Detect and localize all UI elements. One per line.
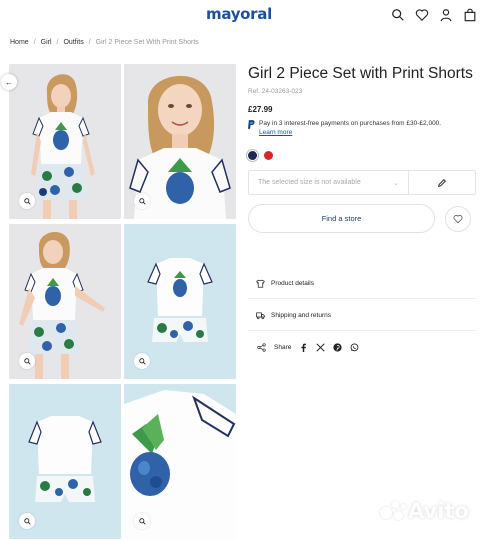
paypal-banner: Pay in 3 interest-free payments on purch… <box>248 120 476 137</box>
zoom-icon[interactable] <box>19 193 35 209</box>
color-swatch-red[interactable] <box>264 151 273 160</box>
x-icon[interactable] <box>316 343 325 352</box>
share-icon <box>257 343 266 352</box>
zoom-icon[interactable] <box>134 353 150 369</box>
add-to-wishlist-button[interactable] <box>445 205 471 232</box>
share-label: Share <box>274 344 292 351</box>
watermark-text: Avito <box>408 499 469 523</box>
tshirt-icon <box>256 279 265 288</box>
breadcrumb-current: Girl 2 Piece Set With Print Shorts <box>95 39 199 46</box>
paypal-icon <box>248 120 255 129</box>
size-select-placeholder: The selected size is not available <box>258 179 361 186</box>
gallery-image-outfit-back[interactable] <box>9 384 121 539</box>
whatsapp-icon[interactable] <box>350 343 359 352</box>
size-select[interactable]: The selected size is not available ⌄ <box>249 171 409 194</box>
product-ref: Ref. 24-03263-023 <box>248 88 303 95</box>
product-title: Girl 2 Piece Set with Print Shorts <box>248 65 473 82</box>
search-icon[interactable] <box>390 7 406 23</box>
breadcrumb-home[interactable]: Home <box>10 39 29 46</box>
accordion-label: Shipping and returns <box>271 311 331 319</box>
actions-row: Find a store <box>248 204 476 233</box>
chevron-down-icon: ⌄ <box>393 179 399 187</box>
breadcrumb-girl[interactable]: Girl <box>41 39 52 46</box>
heart-icon <box>453 214 463 223</box>
avito-watermark: Avito <box>380 499 469 523</box>
zoom-icon[interactable] <box>19 353 35 369</box>
find-store-button[interactable]: Find a store <box>248 204 435 233</box>
pencil-icon <box>438 178 446 187</box>
brand-logo[interactable]: mayoral <box>206 5 272 23</box>
breadcrumb-separator: / <box>33 39 36 46</box>
arrow-left-icon[interactable]: ← <box>1 74 17 90</box>
avito-logo-icon <box>380 500 406 522</box>
breadcrumb-separator: / <box>56 39 59 46</box>
accordion-label: Product details <box>271 279 314 287</box>
breadcrumb-outfits[interactable]: Outfits <box>63 39 83 46</box>
gallery-image-shirt-detail[interactable] <box>124 384 236 539</box>
pinterest-icon[interactable] <box>333 343 342 352</box>
bag-icon[interactable] <box>462 7 478 23</box>
paypal-text: Pay in 3 interest-free payments on purch… <box>259 120 442 127</box>
breadcrumb-separator: / <box>88 39 91 46</box>
accordion-shipping-returns[interactable]: Shipping and returns <box>248 300 476 331</box>
zoom-icon[interactable] <box>134 193 150 209</box>
gallery-image-girl-front[interactable] <box>9 64 121 219</box>
size-guide-button[interactable] <box>409 171 475 194</box>
zoom-icon[interactable] <box>19 513 35 529</box>
color-selector <box>248 151 476 160</box>
accordion-product-details[interactable]: Product details <box>248 268 476 299</box>
gallery-image-girl-closeup[interactable] <box>124 64 236 219</box>
truck-icon <box>256 312 265 319</box>
color-swatch-navy[interactable] <box>248 151 257 160</box>
share-bar: Share <box>257 343 359 352</box>
user-icon[interactable] <box>438 7 454 23</box>
product-info: Girl 2 Piece Set with Print Shorts Ref. … <box>248 64 476 233</box>
breadcrumb: Home / Girl / Outfits / Girl 2 Piece Set… <box>10 39 199 46</box>
heart-icon[interactable] <box>414 7 430 23</box>
zoom-icon[interactable] <box>134 513 150 529</box>
site-header: mayoral <box>0 0 488 30</box>
facebook-icon[interactable] <box>299 343 308 352</box>
paypal-learn-more-link[interactable]: Learn more <box>259 129 441 138</box>
gallery-image-outfit-flatlay[interactable] <box>124 224 236 379</box>
product-price: £27.99 <box>248 105 273 114</box>
gallery-image-girl-pose[interactable] <box>9 224 121 379</box>
header-actions <box>390 7 478 23</box>
size-row: The selected size is not available ⌄ <box>248 170 476 195</box>
